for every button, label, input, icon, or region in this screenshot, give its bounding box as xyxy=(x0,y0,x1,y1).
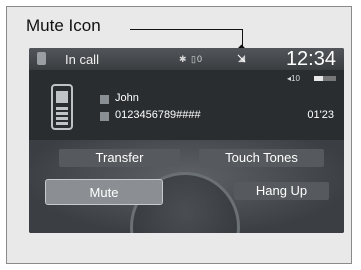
status-title: In call xyxy=(65,52,99,67)
clock: 12:34 xyxy=(285,48,336,70)
status-bar: In call ✱ ▯0 12:34 xyxy=(29,48,344,70)
callout-label: Mute Icon xyxy=(26,16,101,35)
phone-screen: In call ✱ ▯0 12:34 ◂10 John 0123456789##… xyxy=(29,48,344,233)
mute-icon xyxy=(237,54,246,63)
contact-name-icon xyxy=(100,95,109,104)
touch-tones-button[interactable]: Touch Tones xyxy=(199,149,324,167)
phone-small-icon xyxy=(37,52,46,65)
callout-line xyxy=(130,29,243,30)
contact-name: John xyxy=(115,92,139,104)
hang-up-button[interactable]: Hang Up xyxy=(234,182,329,200)
signal-indicator: ◂10 xyxy=(287,74,300,83)
contact-number-icon xyxy=(100,112,109,121)
contact-number: 0123456789#### xyxy=(115,109,201,121)
mute-button[interactable]: Mute xyxy=(45,179,163,205)
status-indicators: ✱ ▯0 xyxy=(179,54,203,64)
battery-icon xyxy=(314,76,336,81)
phone-icon xyxy=(51,84,73,130)
transfer-button[interactable]: Transfer xyxy=(59,149,180,167)
call-duration: 01'23 xyxy=(307,109,334,121)
